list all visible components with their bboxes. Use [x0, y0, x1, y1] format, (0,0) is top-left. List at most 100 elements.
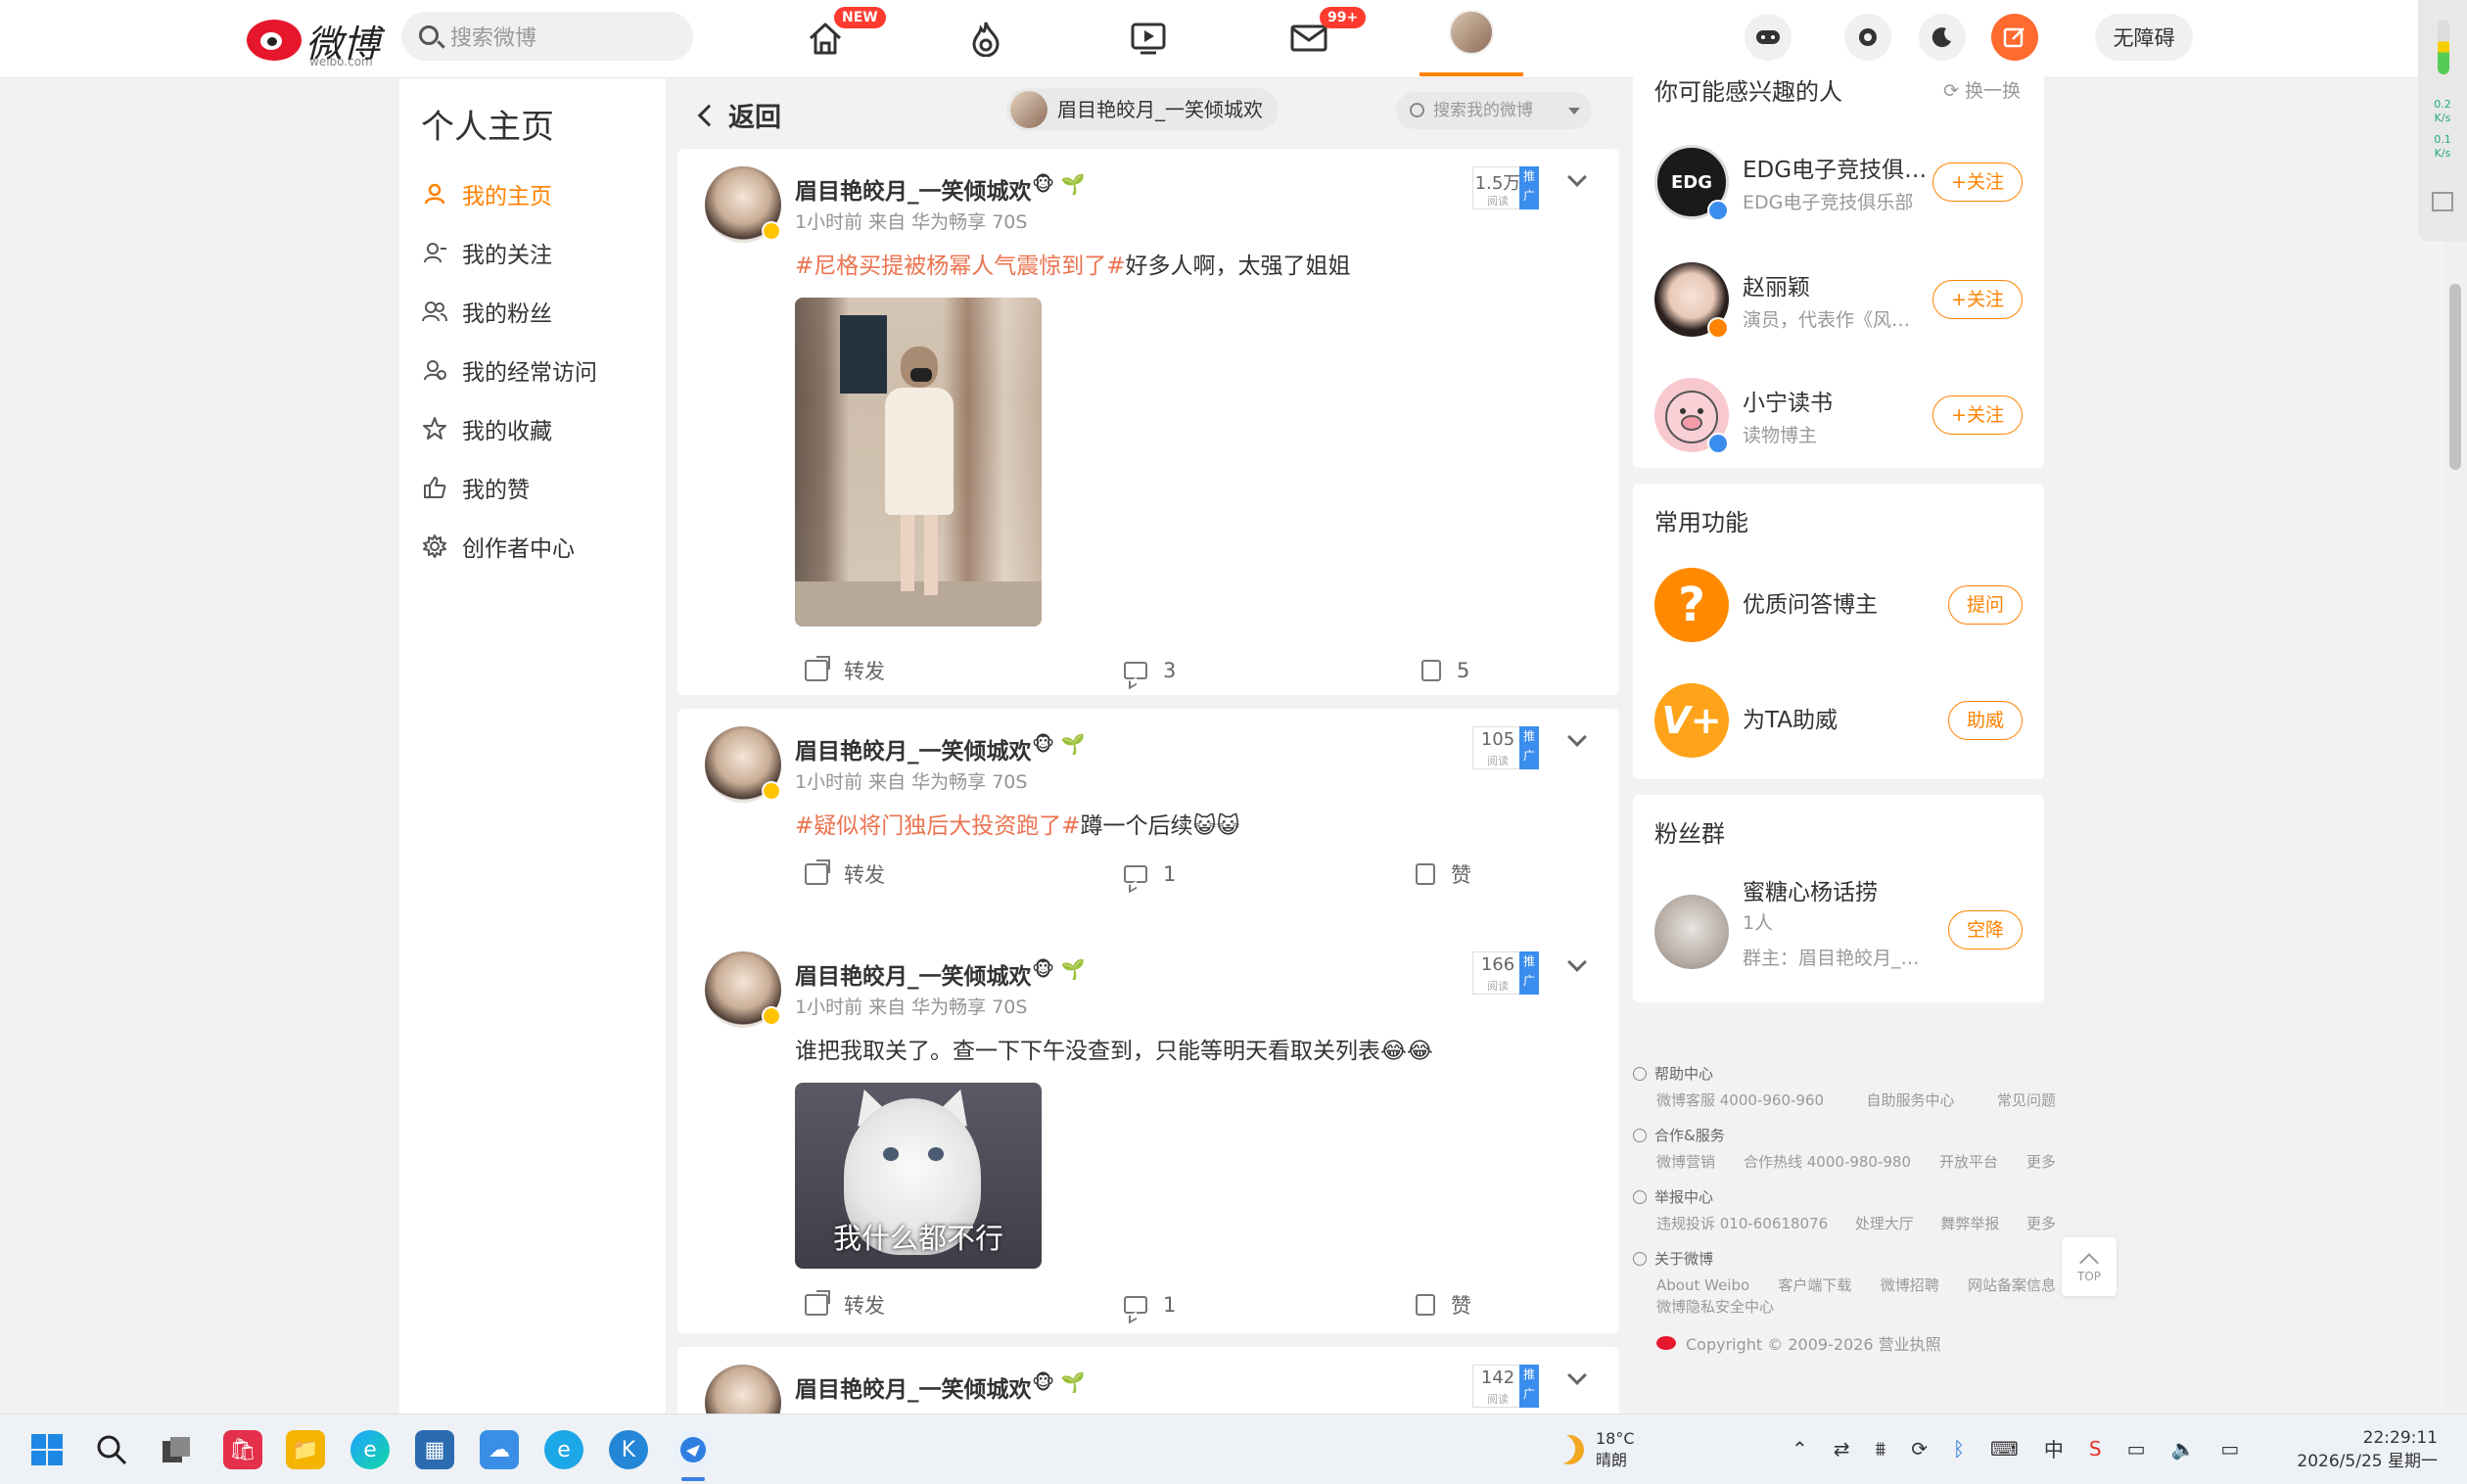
post-author[interactable]: 眉目艳皎月_一笑倾城欢: [795, 732, 1032, 765]
footer-link[interactable]: 舞弊举报: [1940, 1213, 1999, 1234]
sidebar-item-following[interactable]: 我的关注: [421, 223, 597, 282]
back-to-top-button[interactable]: TOP: [2062, 1237, 2117, 1296]
wps-icon[interactable]: S: [2089, 1437, 2102, 1461]
post-image[interactable]: [795, 298, 1042, 626]
profile-avatar[interactable]: [1449, 10, 1494, 55]
post-author[interactable]: 眉目艳皎月_一笑倾城欢: [795, 957, 1032, 991]
browser-active-icon[interactable]: [674, 1430, 713, 1469]
weibo-logo[interactable]: 微博 weibo.com: [247, 10, 384, 69]
footer-link[interactable]: 微博营销: [1656, 1151, 1715, 1173]
suggested-user-item[interactable]: EDG EDG电子竞技俱乐部 EDG电子竞技俱乐部 +关注: [1633, 123, 2044, 241]
topic-tag[interactable]: #疑似将门独后大投资跑了#: [795, 813, 1081, 839]
accessibility-button[interactable]: 无障碍: [2095, 14, 2193, 61]
comment-button[interactable]: 1: [1124, 1280, 1176, 1329]
chevron-down-icon[interactable]: [1567, 167, 1587, 187]
chevron-down-icon[interactable]: [1567, 1366, 1587, 1385]
footer-link[interactable]: 更多: [2026, 1151, 2056, 1173]
sidebar-item-frequent-visits[interactable]: 我的经常访问: [421, 341, 597, 399]
post-author[interactable]: 眉目艳皎月_一笑倾城欢: [795, 172, 1032, 206]
search-input[interactable]: 搜索微博: [401, 12, 693, 61]
sync-icon[interactable]: ⇄: [1834, 1437, 1850, 1461]
edge-browser-icon[interactable]: e: [350, 1430, 390, 1469]
join-group-button[interactable]: 空降: [1947, 910, 2023, 950]
like-button[interactable]: 5: [1421, 646, 1469, 695]
chevron-down-icon[interactable]: [1568, 108, 1580, 115]
cloud-icon[interactable]: ☁: [480, 1430, 519, 1469]
ime-indicator[interactable]: 中: [2044, 1434, 2064, 1462]
share-button[interactable]: 转发: [805, 646, 885, 695]
volume-icon[interactable]: 🔈: [2170, 1437, 2195, 1461]
avatar[interactable]: [705, 166, 781, 243]
suggested-user-item[interactable]: 赵丽颖 演员，代表作《风吹半夏》 +关注: [1633, 241, 2044, 358]
footer-link[interactable]: 微博隐私安全中心: [1656, 1296, 1774, 1318]
user-chip[interactable]: 眉目艳皎月_一笑倾城欢: [1006, 88, 1279, 131]
function-item[interactable]: ? 优质问答博主 提问: [1633, 546, 2044, 664]
post-author[interactable]: 眉目艳皎月_一笑倾城欢: [795, 1370, 1032, 1404]
game-button[interactable]: [1745, 14, 1792, 61]
network-icon[interactable]: ▭: [2127, 1437, 2146, 1461]
file-explorer-icon[interactable]: 📁: [286, 1430, 325, 1469]
ie-browser-icon[interactable]: e: [544, 1430, 583, 1469]
k-app-icon[interactable]: K: [609, 1430, 648, 1469]
comment-button[interactable]: 1: [1124, 850, 1176, 899]
scrollbar-thumb[interactable]: [2449, 284, 2461, 470]
network-speed-widget[interactable]: 0.2 K/s 0.1 K/s: [2418, 0, 2467, 241]
promote-button[interactable]: 推广: [1519, 166, 1539, 209]
footer-link[interactable]: 合作热线 4000-980-980: [1744, 1151, 1911, 1173]
avatar[interactable]: [705, 1365, 781, 1414]
post-image[interactable]: 我什么都不行: [795, 1083, 1042, 1269]
footer-link[interactable]: 常见问题: [1997, 1090, 2056, 1111]
battery-icon[interactable]: ▭: [2220, 1437, 2239, 1461]
footer-link[interactable]: 网站备案信息: [1968, 1275, 2056, 1296]
footer-link[interactable]: 开放平台: [1939, 1151, 1998, 1173]
weather-widget[interactable]: 18°C 晴朗: [1555, 1428, 1635, 1471]
refresh-tray-icon[interactable]: ⟳: [1911, 1437, 1928, 1461]
taskbar-search-icon[interactable]: [92, 1430, 131, 1469]
follow-button[interactable]: +关注: [1932, 162, 2023, 202]
sidebar-item-fans[interactable]: 我的粉丝: [421, 282, 597, 341]
share-button[interactable]: 转发: [805, 850, 885, 899]
follow-button[interactable]: +关注: [1932, 280, 2023, 319]
promote-button[interactable]: 推广: [1519, 951, 1539, 995]
crop-icon[interactable]: [2432, 192, 2453, 211]
avatar[interactable]: [705, 726, 781, 803]
footer-link[interactable]: 更多: [2026, 1213, 2056, 1234]
refresh-button[interactable]: ⟳ 换一换: [1943, 76, 2021, 103]
avatar[interactable]: [705, 951, 781, 1028]
sidebar-item-likes[interactable]: 我的赞: [421, 458, 597, 517]
comment-button[interactable]: 3: [1124, 646, 1176, 695]
chevron-down-icon[interactable]: [1567, 952, 1587, 972]
chevron-up-icon[interactable]: ⌃: [1792, 1437, 1808, 1461]
sidebar-item-creator-center[interactable]: 创作者中心: [421, 517, 597, 576]
footer-link[interactable]: About Weibo: [1656, 1275, 1749, 1296]
huawei-store-icon[interactable]: 🛍: [223, 1430, 262, 1469]
video-nav-button[interactable]: [1124, 14, 1173, 63]
promote-button[interactable]: 推广: [1519, 726, 1539, 769]
footer-link[interactable]: 客户端下载: [1778, 1275, 1851, 1296]
dark-mode-button[interactable]: [1919, 14, 1966, 61]
settings-button[interactable]: [1844, 14, 1891, 61]
like-button[interactable]: 赞: [1416, 1280, 1471, 1329]
share-button[interactable]: 转发: [805, 1280, 885, 1329]
back-button[interactable]: 返回: [697, 96, 781, 134]
footer-link[interactable]: 微博招聘: [1881, 1275, 1939, 1296]
huawei-manager-icon[interactable]: ⩩: [1876, 1437, 1886, 1461]
bluetooth-icon[interactable]: ᛒ: [1953, 1437, 1965, 1461]
footer-link[interactable]: 自助服务中心: [1867, 1090, 1955, 1111]
clock[interactable]: 22:29:11 2026/5/25 星期一: [2291, 1426, 2438, 1473]
microsoft-store-icon[interactable]: ▦: [415, 1430, 454, 1469]
hot-nav-button[interactable]: [961, 14, 1010, 63]
compose-button[interactable]: [1991, 14, 2038, 61]
suggested-user-item[interactable]: 小宁读书 读物博主 +关注: [1633, 356, 2044, 474]
follow-button[interactable]: +关注: [1932, 395, 2023, 435]
topic-tag[interactable]: #尼格买提被杨幂人气震惊到了#: [795, 254, 1126, 279]
sidebar-item-favorites[interactable]: 我的收藏: [421, 399, 597, 458]
chevron-down-icon[interactable]: [1567, 727, 1587, 747]
cheer-button[interactable]: 助威: [1947, 701, 2023, 740]
my-weibo-search-input[interactable]: 搜索我的微博: [1396, 92, 1592, 129]
function-item[interactable]: V+ 为TA助威 助威: [1633, 662, 2044, 779]
page-scrollbar[interactable]: [2444, 78, 2467, 1414]
like-button[interactable]: 赞: [1416, 850, 1471, 899]
windows-start-icon[interactable]: [27, 1430, 67, 1469]
footer-link[interactable]: 微博客服 4000-960-960: [1656, 1090, 1824, 1111]
